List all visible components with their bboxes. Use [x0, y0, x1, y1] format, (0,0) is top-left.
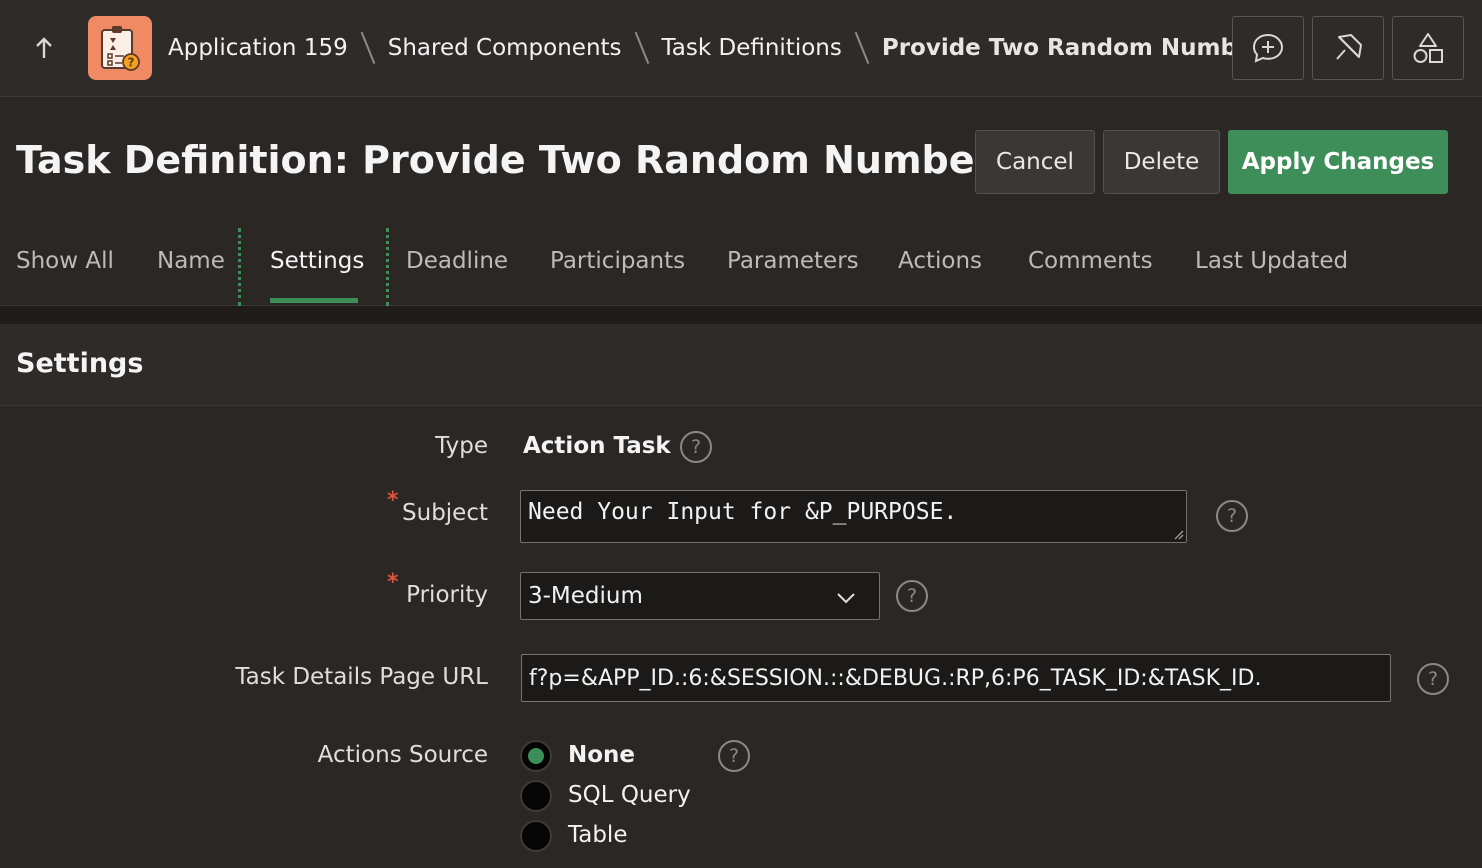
top-bar: ? Application 159 Shared Components Task…: [0, 0, 1482, 97]
shapes-icon: [1413, 33, 1443, 63]
radio-table[interactable]: [520, 820, 552, 852]
help-icon[interactable]: ?: [1417, 663, 1449, 695]
type-value: Action Task: [523, 433, 671, 459]
tab-bar: Show All Name Settings Deadline Particip…: [0, 228, 1482, 306]
tab-parameters[interactable]: Parameters: [727, 248, 859, 274]
feedback-button[interactable]: [1232, 16, 1304, 80]
help-icon[interactable]: ?: [718, 740, 750, 772]
help-icon[interactable]: ?: [680, 431, 712, 463]
section-title: Settings: [16, 348, 144, 379]
breadcrumb-application[interactable]: Application 159: [168, 35, 348, 61]
settings-section-header: Settings: [0, 324, 1482, 406]
app-icon[interactable]: ?: [88, 16, 152, 80]
priority-select[interactable]: 3-Medium: [520, 572, 880, 620]
url-label: Task Details Page URL: [235, 664, 488, 690]
radio-sql-query[interactable]: [520, 780, 552, 812]
cancel-button[interactable]: Cancel: [975, 130, 1095, 194]
breadcrumb-separator: [634, 31, 650, 65]
tab-participants[interactable]: Participants: [550, 248, 685, 274]
radio-table-label[interactable]: Table: [568, 822, 627, 848]
subject-label: Subject: [402, 500, 488, 526]
title-region: Task Definition: Provide Two Random Numb…: [0, 98, 1482, 228]
radio-sql-query-label[interactable]: SQL Query: [568, 782, 691, 808]
pin-icon: [1336, 34, 1362, 60]
breadcrumb-separator: [360, 31, 376, 65]
url-value: f?p=&APP_ID.:6:&SESSION.::&DEBUG.:RP,6:P…: [529, 665, 1262, 691]
delete-button[interactable]: Delete: [1103, 130, 1220, 194]
radio-none-label[interactable]: None: [568, 742, 635, 768]
tab-divider: [238, 228, 241, 306]
tab-comments[interactable]: Comments: [1028, 248, 1153, 274]
chat-plus-icon: [1252, 33, 1284, 63]
required-indicator: *: [387, 570, 399, 595]
region-separator: [0, 306, 1482, 324]
breadcrumb-separator: [854, 31, 870, 65]
breadcrumb-task-definitions[interactable]: Task Definitions: [662, 35, 842, 61]
task-details-url-input[interactable]: f?p=&APP_ID.:6:&SESSION.::&DEBUG.:RP,6:P…: [521, 654, 1391, 702]
required-indicator: *: [387, 488, 399, 513]
priority-value: 3-Medium: [528, 583, 643, 609]
subject-value: Need Your Input for &P_PURPOSE.: [528, 499, 958, 525]
tab-actions[interactable]: Actions: [898, 248, 982, 274]
actions-source-label: Actions Source: [317, 742, 488, 768]
resize-handle-icon[interactable]: [1172, 528, 1184, 540]
chevron-down-icon: [837, 593, 855, 604]
svg-text:?: ?: [128, 56, 135, 70]
tab-divider: [386, 228, 389, 306]
tab-deadline[interactable]: Deadline: [406, 248, 508, 274]
breadcrumb-current: Provide Two Random Numbers: [881, 35, 1278, 61]
type-label: Type: [435, 433, 488, 459]
radio-none[interactable]: [520, 740, 552, 772]
apply-changes-button[interactable]: Apply Changes: [1228, 130, 1448, 194]
shared-components-button[interactable]: [1392, 16, 1464, 80]
page-title: Task Definition: Provide Two Random Numb…: [16, 138, 1016, 182]
tab-show-all[interactable]: Show All: [16, 248, 114, 274]
tab-last-updated[interactable]: Last Updated: [1195, 248, 1348, 274]
breadcrumb-shared-components[interactable]: Shared Components: [388, 35, 622, 61]
tab-name[interactable]: Name: [157, 248, 225, 274]
up-arrow-icon[interactable]: [30, 32, 58, 64]
breadcrumb: Application 159 Shared Components Task D…: [168, 28, 1278, 68]
active-tab-indicator: [270, 298, 358, 303]
tab-settings[interactable]: Settings: [270, 248, 364, 274]
subject-textarea[interactable]: Need Your Input for &P_PURPOSE.: [520, 490, 1187, 543]
help-icon[interactable]: ?: [896, 580, 928, 612]
sticky-button[interactable]: [1312, 16, 1384, 80]
priority-label: Priority: [406, 582, 488, 608]
help-icon[interactable]: ?: [1216, 500, 1248, 532]
